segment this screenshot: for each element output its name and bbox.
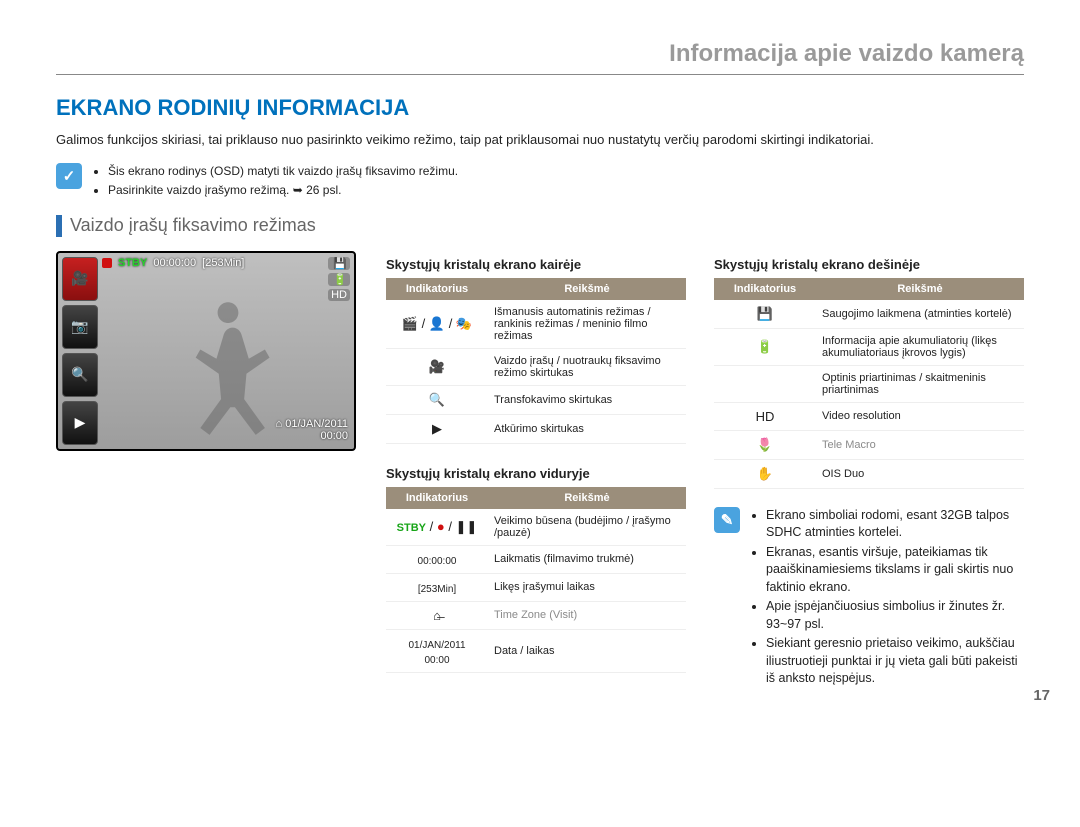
- indicator-text: Optinis priartinimas / skaitmeninis pria…: [816, 365, 1024, 402]
- indicator-text: Išmanusis automatinis režimas / rankinis…: [488, 300, 686, 349]
- th-indicator: Indikatorius: [386, 278, 488, 300]
- indicator-icon: 💾: [714, 300, 816, 329]
- indicator-icon: 🔍: [386, 385, 488, 414]
- table-row: ▶Atkūrimo skirtukas: [386, 414, 686, 443]
- table-row: 🎥Vaizdo įrašų / nuotraukų fiksavimo reži…: [386, 348, 686, 385]
- top-note-item: Šis ekrano rodinys (OSD) matyti tik vaiz…: [108, 163, 458, 180]
- left-section-title: Skystųjų kristalų ekrano kairėje: [386, 257, 686, 272]
- indicator-text: OIS Duo: [816, 459, 1024, 488]
- table-row: HDVideo resolution: [714, 402, 1024, 430]
- indicator-icon: 🎬 / 👤 / 🎭: [386, 300, 488, 349]
- intro-text: Galimos funkcijos skiriasi, tai priklaus…: [56, 131, 1024, 149]
- table-row: 01/JAN/201100:00Data / laikas: [386, 629, 686, 672]
- indicator-icon: 01/JAN/201100:00: [386, 629, 488, 672]
- right-note-block: ✎ Ekrano simboliai rodomi, esant 32GB ta…: [714, 507, 1024, 690]
- cam-mode-dot: [102, 258, 112, 268]
- indicator-icon: [714, 365, 816, 402]
- indicator-text: Informacija apie akumuliatorių (likęs ak…: [816, 328, 1024, 365]
- right-note-list: Ekrano simboliai rodomi, esant 32GB talp…: [752, 507, 1024, 690]
- right-section-title: Skystųjų kristalų ekrano dešinėje: [714, 257, 1024, 272]
- th-meaning: Reikšmė: [488, 278, 686, 300]
- cam-tab-photo[interactable]: 📷: [62, 305, 98, 349]
- cam-tab-zoom[interactable]: 🔍: [62, 353, 98, 397]
- mid-table: Indikatorius Reikšmė STBY / ● / ❚❚Veikim…: [386, 487, 686, 673]
- cam-date: 01/JAN/2011: [285, 418, 348, 430]
- indicator-icon: 00:00:00: [386, 545, 488, 573]
- top-note-block: ✓ Šis ekrano rodinys (OSD) matyti tik va…: [56, 163, 1024, 201]
- indicator-text: Likęs įrašymui laikas: [488, 573, 686, 601]
- cam-stby: STBY: [118, 257, 147, 269]
- cam-silhouette: [168, 293, 288, 443]
- indicator-icon: HD: [714, 402, 816, 430]
- mid-section-title: Skystųjų kristalų ekrano viduryje: [386, 466, 686, 481]
- indicator-text: Time Zone (Visit): [488, 601, 686, 629]
- cam-home-icon: ⌂: [275, 418, 282, 430]
- th-indicator: Indikatorius: [386, 487, 488, 509]
- indicator-text: Saugojimo laikmena (atminties kortelė): [816, 300, 1024, 329]
- table-row: 🌷Tele Macro: [714, 430, 1024, 459]
- cam-timecode: 00:00:00: [153, 257, 196, 269]
- indicator-icon: [253Min]: [386, 573, 488, 601]
- cam-time: 00:00: [320, 430, 348, 442]
- table-row: 00:00:00Laikmatis (filmavimo trukmė): [386, 545, 686, 573]
- camera-mockup: 🎥 📷 🔍 ▶ STBY 00:00:00 [253Min] 💾 🔋 HD: [56, 251, 356, 451]
- indicator-text: Data / laikas: [488, 629, 686, 672]
- table-row: ⌂̶Time Zone (Visit): [386, 601, 686, 629]
- cam-storage-icon: 💾: [328, 257, 350, 270]
- indicator-icon: 🌷: [714, 430, 816, 459]
- indicator-text: Tele Macro: [816, 430, 1024, 459]
- table-row: [253Min]Likęs įrašymui laikas: [386, 573, 686, 601]
- cam-tab-video[interactable]: 🎥: [62, 257, 98, 301]
- table-row: 💾Saugojimo laikmena (atminties kortelė): [714, 300, 1024, 329]
- indicator-icon: ⌂̶: [386, 601, 488, 629]
- right-note-item: Siekiant geresnio prietaiso veikimo, auk…: [766, 635, 1024, 688]
- cam-resolution-icon: HD: [328, 289, 350, 301]
- check-icon: ✓: [56, 163, 82, 189]
- table-row: 🔍Transfokavimo skirtukas: [386, 385, 686, 414]
- table-row: Optinis priartinimas / skaitmeninis pria…: [714, 365, 1024, 402]
- indicator-icon: ▶: [386, 414, 488, 443]
- table-row: 🎬 / 👤 / 🎭Išmanusis automatinis režimas /…: [386, 300, 686, 349]
- th-meaning: Reikšmė: [816, 278, 1024, 300]
- right-note-item: Ekranas, esantis viršuje, pateikiamas ti…: [766, 544, 1024, 597]
- indicator-icon: STBY / ● / ❚❚: [386, 509, 488, 546]
- right-table: Indikatorius Reikšmė 💾Saugojimo laikmena…: [714, 278, 1024, 489]
- page-heading: EKRANO RODINIŲ INFORMACIJA: [56, 95, 1024, 121]
- indicator-text: Video resolution: [816, 402, 1024, 430]
- table-row: ✋OIS Duo: [714, 459, 1024, 488]
- left-table: Indikatorius Reikšmė 🎬 / 👤 / 🎭Išmanusis …: [386, 278, 686, 444]
- indicator-text: Atkūrimo skirtukas: [488, 414, 686, 443]
- indicator-text: Laikmatis (filmavimo trukmė): [488, 545, 686, 573]
- right-note-item: Apie įspėjančiuosius simbolius ir žinute…: [766, 598, 1024, 633]
- subheading: Vaizdo įrašų fiksavimo režimas: [56, 215, 1024, 237]
- th-meaning: Reikšmė: [488, 487, 686, 509]
- cam-remaining: [253Min]: [202, 257, 244, 269]
- indicator-icon: 🔋: [714, 328, 816, 365]
- indicator-text: Transfokavimo skirtukas: [488, 385, 686, 414]
- cam-battery-icon: 🔋: [328, 273, 350, 286]
- right-note-item: Ekrano simboliai rodomi, esant 32GB talp…: [766, 507, 1024, 542]
- table-row: STBY / ● / ❚❚Veikimo būsena (budėjimo / …: [386, 509, 686, 546]
- top-note-item: Pasirinkite vaizdo įrašymo režimą. ➥ 26 …: [108, 182, 458, 199]
- indicator-text: Veikimo būsena (budėjimo / įrašymo /pauz…: [488, 509, 686, 546]
- th-indicator: Indikatorius: [714, 278, 816, 300]
- subheading-text: Vaizdo įrašų fiksavimo režimas: [70, 215, 316, 236]
- table-row: 🔋Informacija apie akumuliatorių (likęs a…: [714, 328, 1024, 365]
- indicator-text: Vaizdo įrašų / nuotraukų fiksavimo režim…: [488, 348, 686, 385]
- pencil-icon: ✎: [714, 507, 740, 533]
- indicator-icon: ✋: [714, 459, 816, 488]
- subheading-bar: [56, 215, 62, 237]
- indicator-icon: 🎥: [386, 348, 488, 385]
- top-note-list: Šis ekrano rodinys (OSD) matyti tik vaiz…: [94, 163, 458, 201]
- chapter-title: Informacija apie vaizdo kamerą: [56, 40, 1024, 75]
- page-number: 17: [1033, 687, 1050, 704]
- cam-tab-play[interactable]: ▶: [62, 401, 98, 445]
